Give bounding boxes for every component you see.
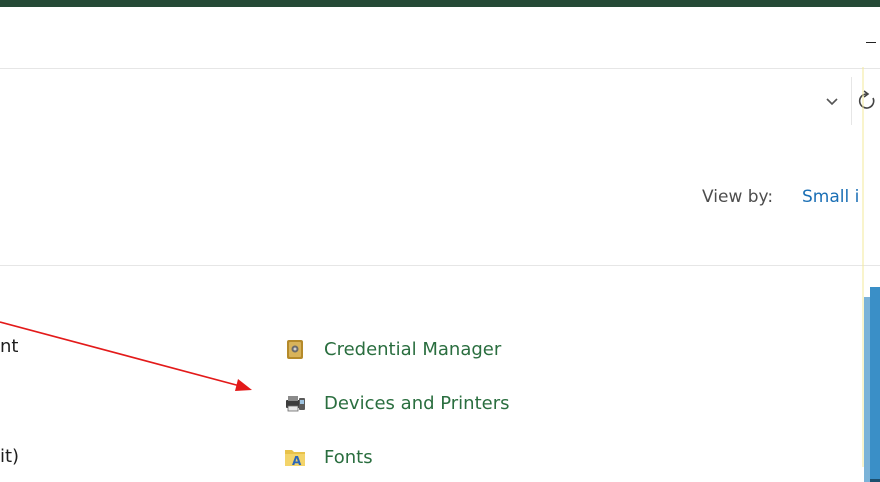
address-bar [0,68,880,134]
minimize-button[interactable] [860,33,880,53]
left-item-fragment[interactable]: it) [0,446,19,467]
chevron-down-icon[interactable] [822,91,842,111]
view-by-label: View by: [702,187,774,207]
refresh-icon[interactable] [856,89,878,113]
window-top-border [0,0,880,7]
item-devices-and-printers[interactable]: Devices and Printers [284,390,510,416]
svg-text:A: A [292,454,302,468]
item-label: Credential Manager [324,338,502,360]
credential-manager-icon [284,338,306,360]
item-credential-manager[interactable]: Credential Manager [284,336,501,362]
title-bar [0,7,880,67]
view-options-bar: View by: Small i [0,133,880,266]
item-label: Devices and Printers [324,392,510,414]
left-item-fragment[interactable]: nt [0,336,18,357]
control-panel-items: nt it) Credential Manager Devices and Pr… [0,266,880,482]
address-field[interactable] [0,69,852,133]
devices-printers-icon [284,392,306,414]
fonts-icon: A [284,446,306,468]
view-by-dropdown[interactable]: Small i [802,187,859,207]
item-label: Fonts [324,446,373,468]
item-fonts[interactable]: A Fonts [284,444,373,470]
address-separator [851,77,852,125]
